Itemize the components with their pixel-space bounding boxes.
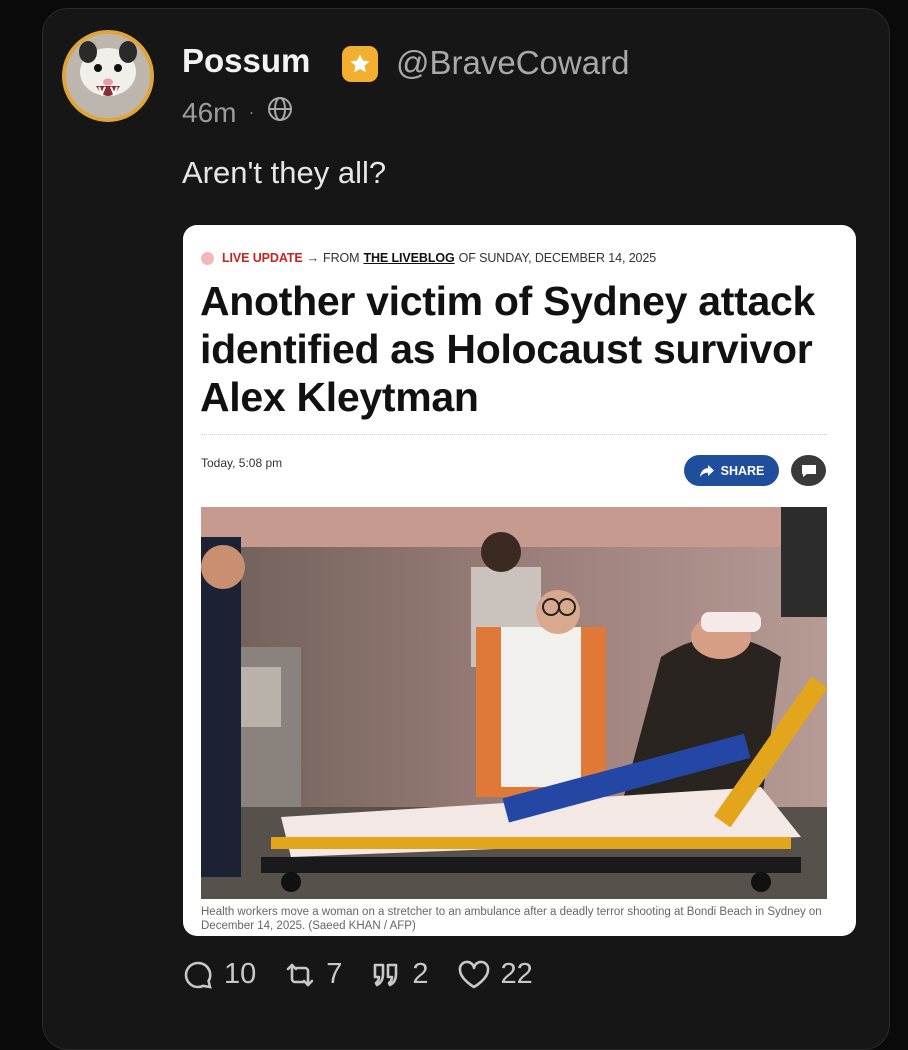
globe-icon [266,95,294,130]
repost-count: 7 [326,958,343,990]
live-dot-icon [201,251,214,265]
like-button[interactable]: 22 [457,958,533,991]
like-count: 22 [500,958,533,990]
share-label: SHARE [720,463,765,478]
reply-count: 10 [224,958,257,990]
post-meta: 46m · [182,95,294,130]
divider [201,434,827,435]
live-label: LIVE UPDATE [222,251,303,265]
post-actions: 10 7 2 22 [182,958,561,991]
display-name[interactable]: Possum [182,42,310,80]
quote-icon [374,963,398,986]
photo-caption: Health workers move a woman on a stretch… [201,906,822,932]
like-icon [458,960,489,988]
meta-separator: · [248,102,255,122]
quote-count: 2 [412,958,429,990]
arrow-text: → [306,251,320,265]
from-text: FROM [323,251,360,265]
embedded-article-image[interactable]: LIVE UPDATE → FROM THE LIVEBLOG OF SUNDA… [183,225,856,936]
repost-icon [286,963,314,986]
live-update-row: LIVE UPDATE → FROM THE LIVEBLOG OF SUNDA… [201,251,656,265]
user-handle[interactable]: @BraveCoward [396,44,629,82]
avatar[interactable] [62,30,154,122]
reply-icon [184,961,212,989]
liveblog-link: THE LIVEBLOG [363,251,455,265]
star-icon [342,46,378,82]
article-time: Today, 5:08 pm [201,456,283,470]
comment-icon [791,455,826,486]
news-photo [201,507,827,899]
share-button: SHARE [684,455,779,486]
post-time[interactable]: 46m [182,97,236,129]
repost-button[interactable]: 7 [284,958,342,991]
article-headline: Another victim of Sydney attack identifi… [200,278,815,420]
reply-button[interactable]: 10 [182,958,256,991]
date-text: OF SUNDAY, DECEMBER 14, 2025 [458,251,657,265]
quote-button[interactable]: 2 [370,958,429,991]
share-arrow-icon [699,464,714,477]
post-text: Aren't they all? [182,155,387,190]
